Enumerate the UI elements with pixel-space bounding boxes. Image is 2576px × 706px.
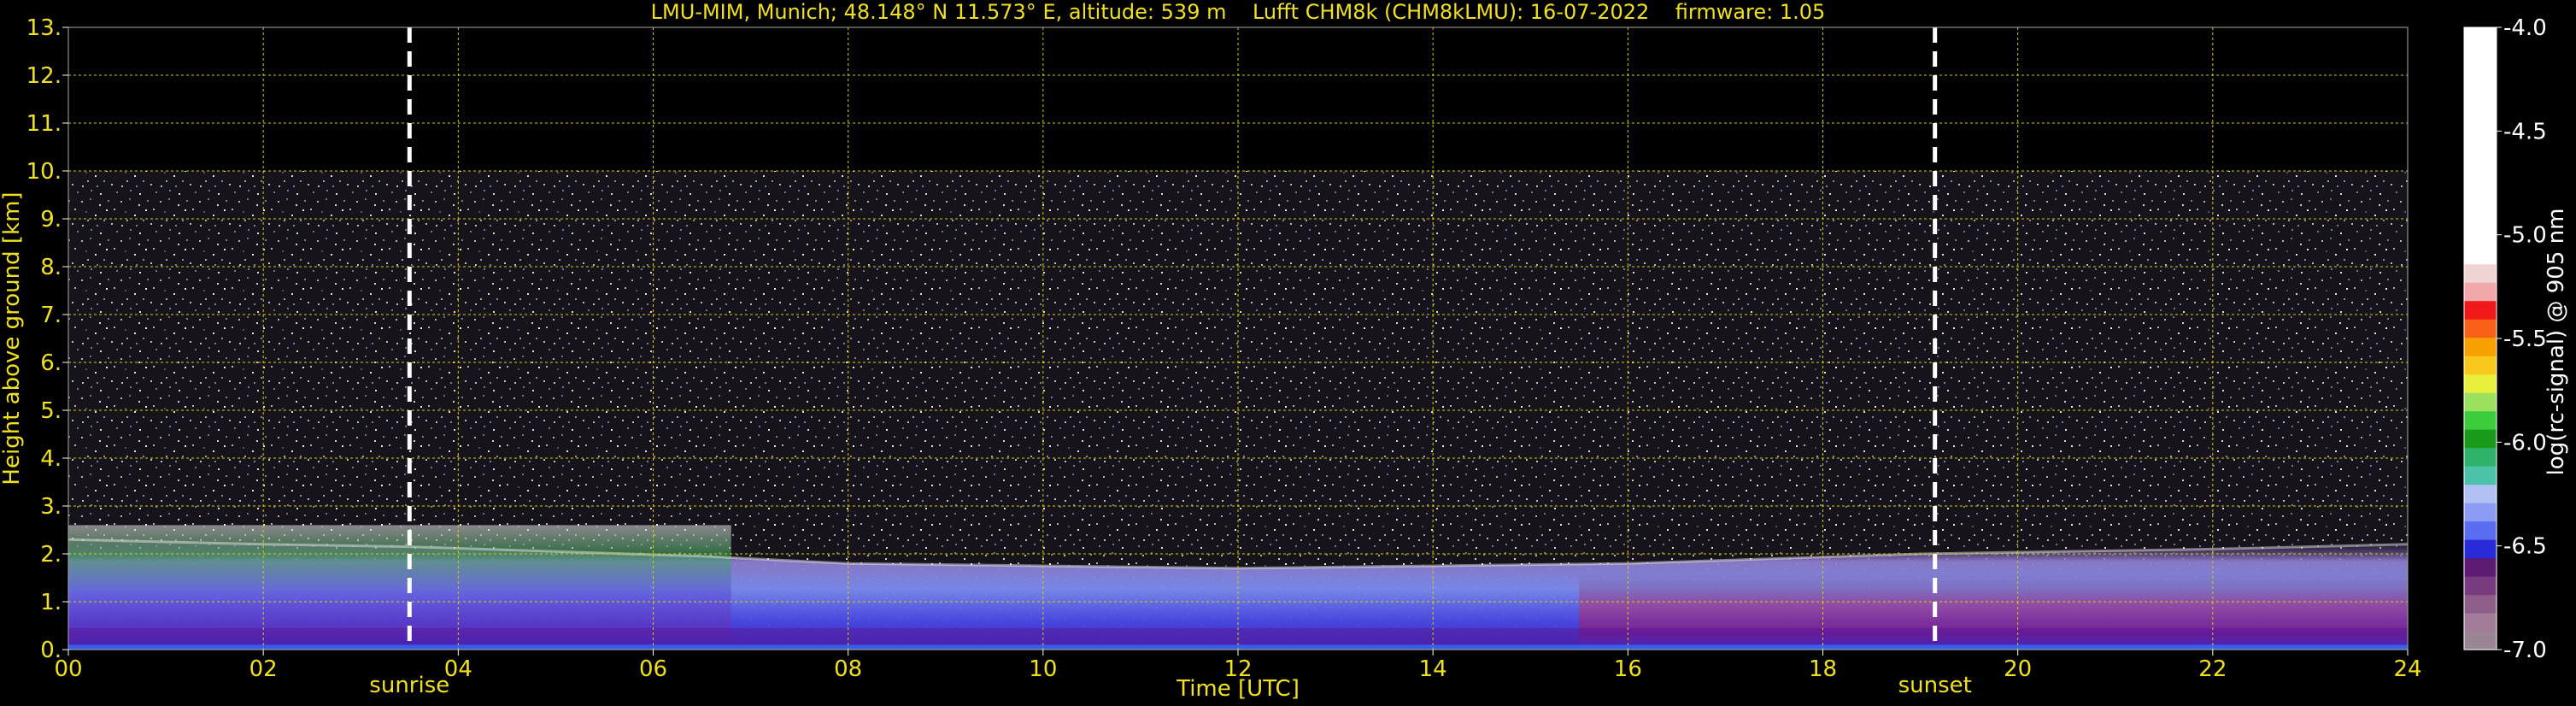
colorbar-swatch xyxy=(2464,27,2497,265)
colorbar-swatch xyxy=(2464,503,2497,522)
x-tick-label: 06 xyxy=(639,656,667,682)
x-tick-label: 04 xyxy=(444,656,472,682)
x-tick-label: 10 xyxy=(1029,656,1057,682)
colorbar-swatch xyxy=(2464,594,2497,614)
colorbar-swatch xyxy=(2464,466,2497,485)
x-axis-label: Time [UTC] xyxy=(1176,676,1300,702)
colorbar-swatch xyxy=(2464,263,2497,283)
y-tick-label: 6. xyxy=(40,350,62,376)
y-tick-label: 2. xyxy=(40,542,62,568)
y-tick-label: 8. xyxy=(40,255,62,280)
colorbar-label: log(rc-signal) @ 905 nm xyxy=(2544,209,2569,476)
y-tick-label: 1. xyxy=(40,590,62,615)
colorbar-swatch xyxy=(2464,576,2497,596)
colorbar-tick-label: -4.0 xyxy=(2503,15,2547,41)
y-tick-label: 12. xyxy=(26,63,62,89)
colorbar-tick-label: -4.5 xyxy=(2503,119,2547,144)
y-tick-label: 11. xyxy=(26,111,62,137)
colorbar-swatch xyxy=(2464,392,2497,412)
x-tick-label: 22 xyxy=(2198,656,2227,682)
x-tick-label: 08 xyxy=(834,656,862,682)
colorbar-swatch xyxy=(2464,557,2497,577)
sunrise-label: sunrise xyxy=(369,673,449,698)
ceilometer-chart: sunrise sunset 00 02 04 06 08 10 12 14 16 18 20 22 24… xyxy=(0,0,2569,702)
colorbar-swatch xyxy=(2464,539,2497,559)
colorbar-tick-label: -5.0 xyxy=(2503,223,2547,249)
colorbar-tick-label: -5.5 xyxy=(2503,327,2547,352)
colorbar-swatch xyxy=(2464,631,2497,650)
colorbar-tick-label: -7.0 xyxy=(2503,638,2547,663)
colorbar-swatch xyxy=(2464,337,2497,356)
y-tick-label: 9. xyxy=(40,207,62,232)
y-tick-label: 7. xyxy=(40,303,62,328)
y-tick-label: 13. xyxy=(26,15,62,41)
colorbar-swatch xyxy=(2464,410,2497,430)
colorbar-swatch xyxy=(2464,374,2497,393)
colorbar-swatch xyxy=(2464,429,2497,449)
colorbar-swatch xyxy=(2464,282,2497,302)
x-tick-label: 18 xyxy=(1809,656,1837,682)
y-tick-label: 0. xyxy=(40,638,62,663)
y-tick-label: 3. xyxy=(40,494,62,520)
surface-layer xyxy=(68,627,2408,645)
y-tick-label: 5. xyxy=(40,398,62,424)
colorbar-swatch xyxy=(2464,356,2497,375)
colorbar-swatch xyxy=(2464,613,2497,632)
y-tick-label: 4. xyxy=(40,446,62,472)
colorbar-tick-label: -6.0 xyxy=(2503,430,2547,456)
colorbar-tick-label: -6.5 xyxy=(2503,534,2547,560)
colorbar-swatch xyxy=(2464,300,2497,320)
x-tick-label: 14 xyxy=(1419,656,1447,682)
colorbar-swatch xyxy=(2464,521,2497,540)
y-axis-label: Height above ground [km] xyxy=(0,191,25,485)
x-tick-label: 24 xyxy=(2393,656,2421,682)
y-tick-label: 10. xyxy=(26,159,62,185)
x-tick-label: 16 xyxy=(1614,656,1642,682)
sunset-label: sunset xyxy=(1898,673,1972,698)
x-tick-label: 02 xyxy=(249,656,278,682)
colorbar-swatch xyxy=(2464,319,2497,338)
chart-title: LMU-MIM, Munich; 48.148° N 11.573° E, al… xyxy=(651,0,1826,24)
colorbar-swatch xyxy=(2464,484,2497,503)
x-tick-label: 20 xyxy=(2004,656,2032,682)
colorbar-swatch xyxy=(2464,447,2497,467)
